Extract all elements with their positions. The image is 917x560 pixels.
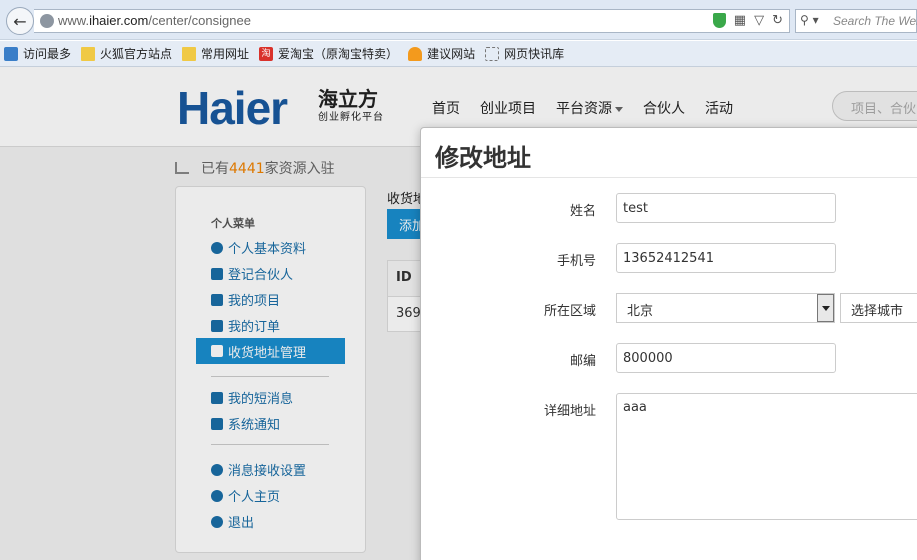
modal-divider xyxy=(421,177,917,178)
zip-input[interactable] xyxy=(616,343,836,373)
zip-label: 邮编 xyxy=(569,354,596,369)
name-label: 姓名 xyxy=(569,204,596,219)
city-select[interactable]: 选择城市 xyxy=(840,293,917,323)
search-icon[interactable]: ⚲ ▾ xyxy=(800,13,819,27)
web-search-box[interactable]: ⚲ ▾ Search The Web xyxy=(795,9,917,33)
back-button[interactable]: ← xyxy=(6,7,34,35)
taobao-icon: 淘 xyxy=(259,46,274,61)
shield-icon[interactable] xyxy=(712,13,726,28)
bookmark-web-slices[interactable]: 网页快讯库 xyxy=(485,45,564,62)
province-value: 北京 xyxy=(627,304,654,319)
modal-title: 修改地址 xyxy=(435,144,531,172)
region-label: 所在区域 xyxy=(543,304,596,319)
phone-input[interactable] xyxy=(616,243,836,273)
address-label: 详细地址 xyxy=(543,404,596,419)
province-select[interactable]: 北京 xyxy=(616,293,835,323)
phone-label: 手机号 xyxy=(556,254,596,269)
qr-code-icon[interactable]: ▦ xyxy=(734,13,746,28)
dropdown-arrow-icon[interactable] xyxy=(817,294,834,322)
edit-address-modal: 修改地址 姓名 手机号 所在区域 北京 选择城市 邮编 详细地址 aaa xyxy=(420,127,917,560)
bookmark-firefox-official[interactable]: 火狐官方站点 xyxy=(81,45,172,62)
address-bar[interactable]: www.ihaier.com/center/consignee ▦ ▽ ↻ xyxy=(34,9,790,33)
bulb-icon xyxy=(408,46,423,61)
bookmarks-bar: 访问最多 火狐官方站点 常用网址 淘爱淘宝（原淘宝特卖） 建议网站 网页快讯库 xyxy=(0,41,917,67)
browser-toolbar: ← www.ihaier.com/center/consignee ▦ ▽ ↻ … xyxy=(0,0,917,40)
search-placeholder: Search The Web xyxy=(833,14,917,28)
dropdown-icon[interactable]: ▽ xyxy=(754,13,764,28)
globe-icon xyxy=(40,14,54,28)
bookmark-suggested-sites[interactable]: 建议网站 xyxy=(408,45,475,62)
bookmark-most-visited[interactable]: 访问最多 xyxy=(4,45,71,62)
bookmark-ai-taobao[interactable]: 淘爱淘宝（原淘宝特卖） xyxy=(259,45,398,62)
web-slice-icon xyxy=(485,46,500,61)
refresh-icon[interactable]: ↻ xyxy=(772,13,783,28)
folder-icon xyxy=(81,46,96,61)
name-input[interactable] xyxy=(616,193,836,223)
address-textarea[interactable]: aaa xyxy=(616,393,917,520)
folder-icon xyxy=(182,46,197,61)
bookmark-common-sites[interactable]: 常用网址 xyxy=(182,45,249,62)
bookmark-icon xyxy=(4,46,18,61)
url-text: www.ihaier.com/center/consignee xyxy=(58,13,251,28)
